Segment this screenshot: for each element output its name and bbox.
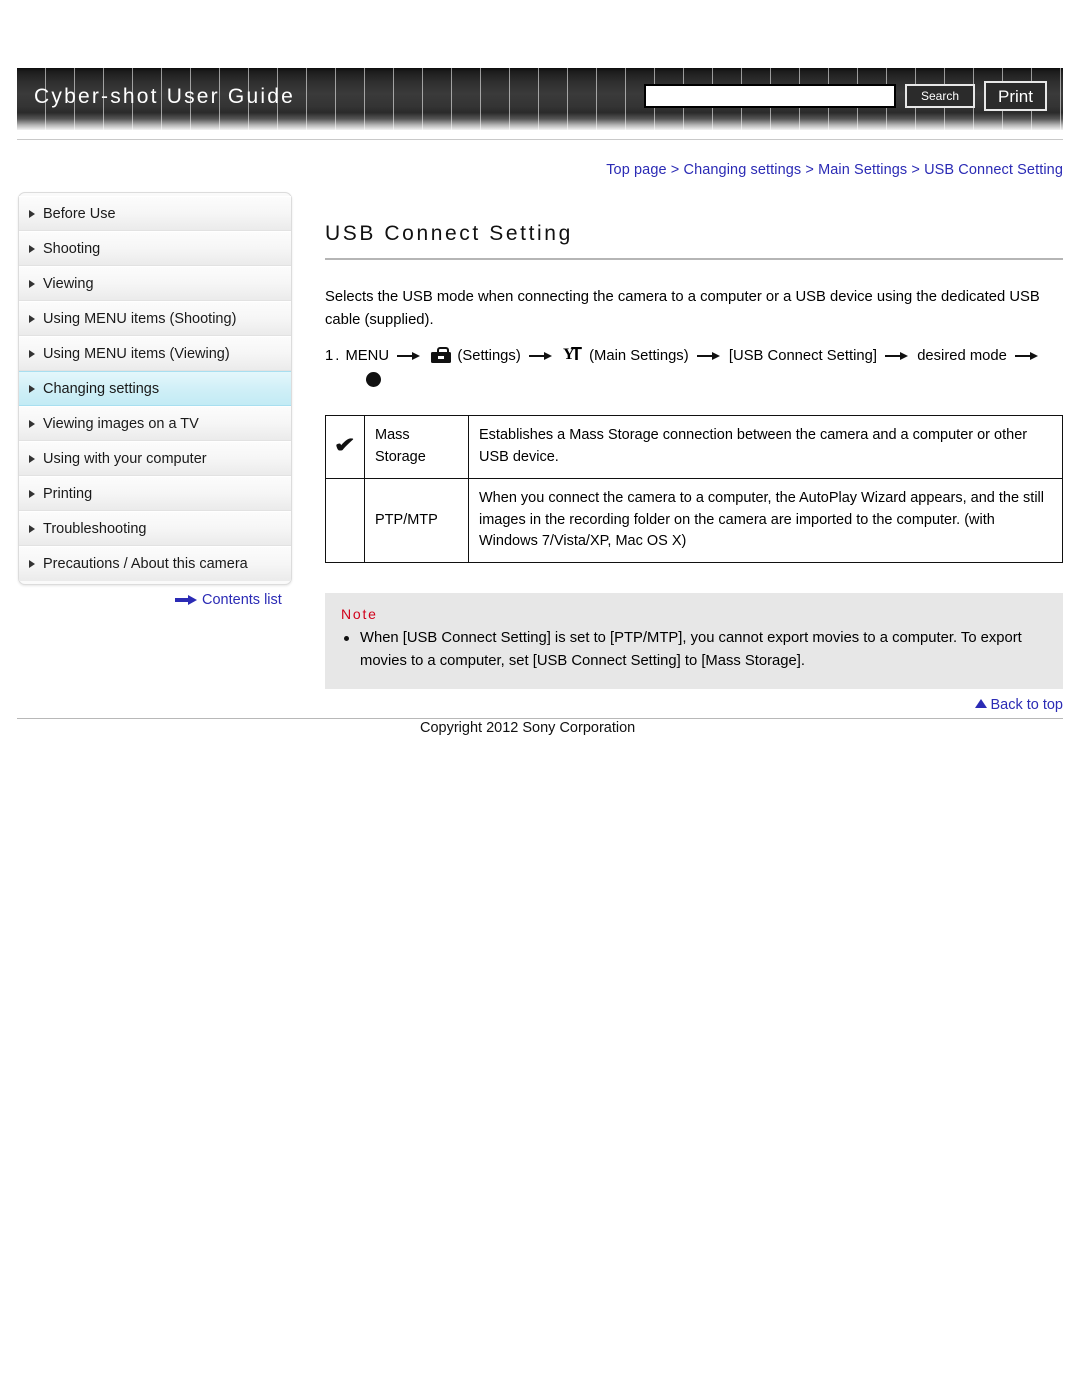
sidebar-item-using-menu-items-shooting[interactable]: Using MENU items (Shooting) bbox=[19, 301, 291, 336]
back-to-top-label: Back to top bbox=[990, 697, 1063, 713]
note-box: Note When [USB Connect Setting] is set t… bbox=[325, 593, 1063, 690]
note-list: When [USB Connect Setting] is set to [PT… bbox=[341, 627, 1047, 673]
sidebar-item-printing[interactable]: Printing bbox=[19, 476, 291, 511]
site-title: Cyber-shot User Guide bbox=[34, 85, 295, 108]
step-number: 1. bbox=[325, 347, 342, 364]
mode-name-cell: Mass Storage bbox=[364, 415, 469, 479]
mode-description-cell: When you connect the camera to a compute… bbox=[468, 477, 1063, 564]
sidebar-item-label: Before Use bbox=[43, 205, 116, 222]
sidebar-item-using-menu-items-viewing[interactable]: Using MENU items (Viewing) bbox=[19, 336, 291, 371]
breadcrumb[interactable]: Top page > Changing settings > Main Sett… bbox=[0, 162, 1063, 178]
wrench-main-settings-icon: YT bbox=[563, 343, 582, 364]
page-title: USB Connect Setting bbox=[325, 222, 573, 245]
sidebar-item-label: Shooting bbox=[43, 240, 101, 257]
sidebar-nav: Before Use Shooting Viewing Using MENU i… bbox=[18, 192, 292, 585]
toolbox-settings-icon bbox=[431, 346, 452, 363]
triangle-right-icon bbox=[29, 489, 35, 498]
sidebar-item-before-use[interactable]: Before Use bbox=[19, 196, 291, 231]
copyright-text: Copyright 2012 Sony Corporation bbox=[420, 720, 636, 736]
title-divider bbox=[325, 258, 1063, 260]
back-to-top-link[interactable]: Back to top bbox=[0, 697, 1063, 713]
triangle-right-icon bbox=[29, 314, 35, 323]
arrow-right-icon bbox=[885, 351, 909, 360]
step-settings-label: (Settings) bbox=[457, 347, 521, 364]
sidebar-item-label: Changing settings bbox=[43, 380, 160, 397]
contents-list-label: Contents list bbox=[202, 592, 282, 608]
sidebar-item-using-with-your-computer[interactable]: Using with your computer bbox=[19, 441, 291, 476]
search-input[interactable] bbox=[644, 84, 896, 108]
triangle-right-icon bbox=[29, 279, 35, 288]
mode-name-cell: PTP/MTP bbox=[364, 477, 469, 564]
sidebar-item-label: Using with your computer bbox=[43, 450, 207, 467]
intro-paragraph: Selects the USB mode when connecting the… bbox=[325, 289, 1040, 328]
contents-list-link[interactable]: Contents list bbox=[175, 592, 282, 608]
mode-description-cell: Establishes a Mass Storage connection be… bbox=[468, 415, 1063, 479]
step-main-settings-label: (Main Settings) bbox=[589, 347, 689, 364]
sidebar-item-label: Using MENU items (Viewing) bbox=[43, 345, 230, 362]
sidebar-item-label: Viewing images on a TV bbox=[43, 415, 199, 432]
procedure-step: 1. MENU (Settings) YT (Main Settings) [U… bbox=[325, 343, 1063, 388]
triangle-right-icon bbox=[29, 524, 35, 533]
sidebar-item-label: Using MENU items (Shooting) bbox=[43, 310, 237, 327]
check-icon: ✔ bbox=[333, 433, 356, 457]
note-title: Note bbox=[341, 606, 378, 622]
sidebar-item-changing-settings[interactable]: Changing settings bbox=[19, 371, 291, 406]
sidebar-item-viewing-images-on-a-tv[interactable]: Viewing images on a TV bbox=[19, 406, 291, 441]
sidebar-item-label: Printing bbox=[43, 485, 93, 502]
print-button[interactable]: Print bbox=[984, 81, 1047, 111]
header-controls: Search Print bbox=[644, 81, 1047, 111]
sidebar-item-shooting[interactable]: Shooting bbox=[19, 231, 291, 266]
triangle-right-icon bbox=[29, 209, 35, 218]
arrow-right-icon bbox=[175, 595, 197, 605]
enter-button-dot-icon bbox=[366, 372, 381, 388]
triangle-right-icon bbox=[29, 560, 35, 568]
footer-divider bbox=[17, 718, 1063, 719]
site-header: Cyber-shot User Guide Search Print bbox=[17, 68, 1063, 130]
note-item: When [USB Connect Setting] is set to [PT… bbox=[341, 627, 1047, 673]
sidebar-item-precautions-about-this-camera[interactable]: Precautions / About this camera bbox=[19, 546, 291, 581]
table-row: ✔ Mass Storage Establishes a Mass Storag… bbox=[325, 415, 1063, 479]
usb-modes-table: ✔ Mass Storage Establishes a Mass Storag… bbox=[325, 415, 1063, 564]
arrow-right-icon bbox=[397, 351, 421, 360]
step-desired-mode-label: desired mode bbox=[917, 347, 1007, 364]
arrow-right-icon bbox=[528, 351, 553, 360]
sidebar-item-troubleshooting[interactable]: Troubleshooting bbox=[19, 511, 291, 546]
sidebar-item-label: Troubleshooting bbox=[43, 520, 147, 537]
selected-mode-cell: ✔ bbox=[325, 415, 365, 479]
step-usb-connect-setting-label: [USB Connect Setting] bbox=[728, 347, 877, 364]
selected-mode-cell bbox=[325, 477, 365, 564]
triangle-right-icon bbox=[29, 349, 35, 358]
step-menu-label: MENU bbox=[345, 347, 390, 364]
triangle-right-icon bbox=[29, 384, 35, 393]
sidebar-item-viewing[interactable]: Viewing bbox=[19, 266, 291, 301]
triangle-up-icon bbox=[975, 699, 988, 708]
header-divider bbox=[17, 139, 1063, 140]
triangle-right-icon bbox=[29, 454, 35, 463]
sidebar-item-label: Precautions / About this camera bbox=[43, 556, 248, 572]
table-row: PTP/MTP When you connect the camera to a… bbox=[325, 477, 1063, 564]
sidebar-item-label: Viewing bbox=[43, 275, 94, 292]
triangle-right-icon bbox=[29, 244, 35, 253]
triangle-right-icon bbox=[29, 419, 35, 428]
search-button[interactable]: Search bbox=[905, 84, 976, 108]
arrow-right-icon bbox=[1014, 351, 1039, 360]
main-content: USB Connect Setting Selects the USB mode… bbox=[325, 222, 1063, 690]
arrow-right-icon bbox=[696, 351, 721, 360]
